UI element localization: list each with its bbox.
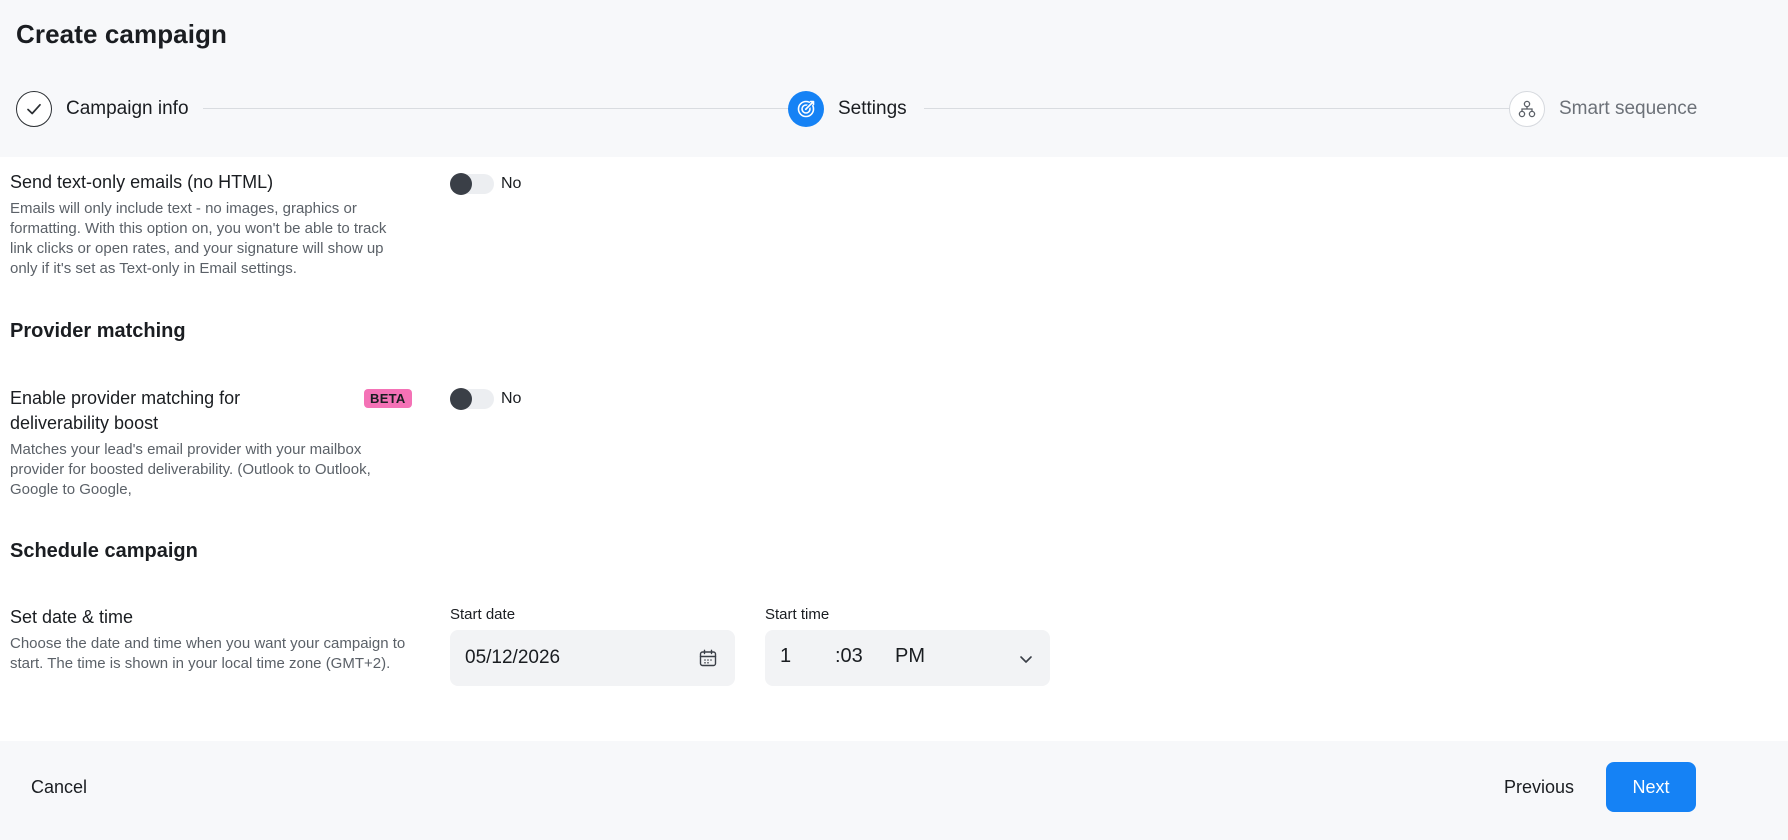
text-only-toggle[interactable]: No (450, 173, 522, 195)
stepper: Campaign info Settings Smart sequence (16, 91, 1697, 127)
start-time-label: Start time (765, 606, 830, 623)
stepper-connector (203, 108, 789, 109)
check-icon (16, 91, 52, 127)
text-only-description: Emails will only include text - no image… (10, 200, 387, 277)
toggle-label: No (501, 175, 522, 192)
header: Create campaign Campaign info Settings S… (0, 0, 1788, 157)
previous-button[interactable]: Previous (1504, 777, 1574, 798)
schedule-title: Set date & time (10, 607, 134, 627)
time-minute[interactable]: :03 (835, 645, 863, 668)
chevron-down-icon[interactable] (1018, 650, 1034, 673)
schedule-campaign-heading: Schedule campaign (10, 540, 198, 562)
sequence-icon (1509, 91, 1545, 127)
time-period[interactable]: PM (895, 645, 925, 668)
start-date-input[interactable]: 05/12/2026 (450, 630, 735, 686)
provider-matching-heading: Provider matching (10, 320, 186, 342)
text-only-title: Send text-only emails (no HTML) (10, 172, 274, 192)
next-button[interactable]: Next (1606, 762, 1696, 812)
stepper-connector (924, 108, 1510, 109)
schedule-option: Set date & time Choose the date and time… (10, 605, 415, 674)
target-icon (788, 91, 824, 127)
start-time-input[interactable]: 1 :03 PM (765, 630, 1050, 686)
cancel-button[interactable]: Cancel (31, 777, 87, 798)
toggle-knob (450, 173, 472, 195)
step-campaign-info[interactable]: Campaign info (16, 91, 189, 127)
time-hour[interactable]: 1 (780, 645, 791, 668)
provider-matching-description: Matches your lead's email provider with … (10, 441, 371, 498)
start-date-label: Start date (450, 606, 516, 623)
provider-matching-option: Enable provider matching for deliverabil… (10, 386, 410, 500)
step-label: Smart sequence (1559, 98, 1698, 119)
schedule-description: Choose the date and time when you want y… (10, 635, 406, 672)
toggle-label: No (501, 390, 522, 407)
toggle-track (450, 388, 494, 410)
page-title: Create campaign (16, 19, 228, 49)
toggle-knob (450, 388, 472, 410)
step-label: Campaign info (66, 98, 189, 119)
provider-matching-toggle[interactable]: No (450, 388, 522, 410)
step-smart-sequence[interactable]: Smart sequence (1509, 91, 1697, 127)
start-date-value: 05/12/2026 (465, 647, 561, 668)
text-only-option: Send text-only emails (no HTML) Emails w… (10, 170, 405, 279)
step-settings[interactable]: Settings (788, 91, 907, 127)
calendar-icon[interactable] (698, 648, 718, 673)
footer: Cancel Previous Next (0, 741, 1788, 840)
beta-badge: BETA (364, 389, 412, 408)
step-label: Settings (838, 98, 907, 119)
provider-matching-title: Enable provider matching for deliverabil… (10, 388, 241, 433)
toggle-track (450, 173, 494, 195)
